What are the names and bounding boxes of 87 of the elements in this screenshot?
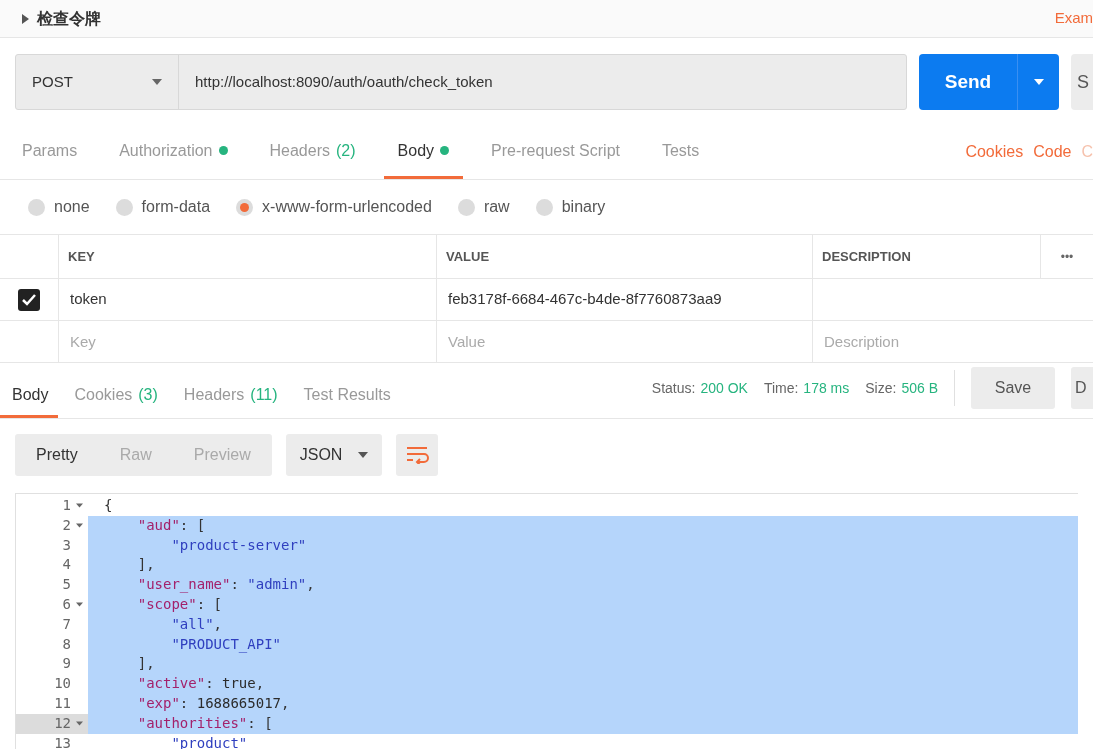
code-line: "aud": [ — [136, 516, 206, 533]
tab-count: (11) — [250, 384, 278, 405]
radio-button[interactable] — [457, 198, 475, 216]
line-number: 2 — [16, 515, 88, 536]
request-link[interactable]: C — [1081, 140, 1093, 164]
status-value: 178 ms — [803, 378, 850, 398]
checkbox[interactable] — [18, 288, 40, 311]
request-tab[interactable]: Tests — [647, 125, 714, 179]
code-line: "authorities": [ — [136, 714, 273, 731]
request-title: 检查令牌 — [37, 8, 101, 29]
fold-icon[interactable] — [76, 503, 83, 509]
line-number: 12 — [16, 713, 88, 734]
radio-label: x-www-form-urlencoded — [262, 197, 432, 217]
radio-button[interactable] — [115, 198, 133, 216]
dropdown-icon — [1033, 79, 1044, 85]
save-button[interactable]: Save — [971, 367, 1055, 409]
status-value: 506 B — [901, 378, 938, 398]
code-line: "PRODUCT_API" — [170, 635, 281, 652]
send-button[interactable]: Send — [919, 54, 1059, 110]
table-cell: feb3178f-6684-467c-b4de-8f7760873aa9 — [437, 279, 813, 320]
code-line: "exp": 1688665017, — [136, 694, 290, 711]
line-number: 13 — [53, 733, 72, 749]
radio-label: binary — [561, 197, 606, 217]
caret-icon — [358, 452, 369, 458]
radio-button[interactable] — [236, 198, 254, 216]
code-line: "user_name": "admin", — [136, 576, 315, 593]
response-tab[interactable]: Body — [0, 374, 59, 418]
status-label: Time: — [763, 378, 799, 398]
response-tab[interactable]: Headers (11) — [173, 374, 288, 418]
expand-icon[interactable] — [22, 13, 29, 24]
code-line: "all", — [170, 615, 222, 632]
tab-count: (2) — [336, 140, 356, 161]
line-number: 7 — [61, 614, 72, 634]
tab-count: (3) — [138, 384, 158, 405]
status-label: Status: — [651, 378, 696, 398]
wrap-icon — [405, 446, 430, 464]
radio-label: form-data — [141, 197, 211, 217]
save-button-edge[interactable]: S — [1071, 54, 1093, 110]
view-mode-tab[interactable]: Pretty — [15, 434, 99, 476]
line-number: 10 — [53, 674, 72, 694]
fold-icon[interactable] — [76, 721, 83, 727]
radio-button[interactable] — [28, 198, 45, 216]
column-header: VALUE — [437, 235, 813, 278]
radio-label: raw — [483, 197, 510, 217]
code-line: { — [104, 497, 113, 513]
line-number: 6 — [16, 595, 88, 615]
line-number: 4 — [61, 555, 72, 575]
request-tab[interactable]: Params — [8, 125, 92, 179]
request-tab[interactable]: Pre-request Script — [477, 125, 634, 179]
response-tab[interactable]: Cookies (3) — [64, 374, 168, 418]
code-line: "product-server" — [170, 536, 307, 553]
column-header: KEY — [59, 235, 437, 278]
fold-icon[interactable] — [76, 523, 83, 529]
line-number: 3 — [61, 535, 72, 555]
request-link[interactable]: Code — [1033, 140, 1072, 164]
status-value: 200 OK — [700, 378, 748, 398]
view-mode-tab[interactable]: Raw — [98, 434, 173, 476]
line-number: 9 — [61, 654, 72, 674]
line-number: 5 — [61, 575, 72, 595]
code-line: "scope": [ — [136, 596, 222, 612]
description-field[interactable]: Description — [813, 321, 1093, 362]
request-link[interactable]: Cookies — [965, 140, 1024, 164]
view-mode-tab[interactable]: Preview — [172, 434, 272, 476]
examples-link[interactable]: Exam — [1054, 7, 1093, 30]
value-field[interactable]: Value — [437, 321, 813, 362]
format-dropdown[interactable]: JSON — [285, 434, 383, 476]
check-icon — [22, 293, 36, 306]
more-menu[interactable]: ••• — [1041, 235, 1093, 278]
line-number: 1 — [16, 496, 88, 516]
radio-button[interactable] — [535, 198, 553, 216]
line-number: 8 — [61, 634, 72, 654]
request-tab[interactable]: Authorization — [105, 125, 242, 179]
column-header: DESCRIPTION — [813, 235, 1041, 278]
table-cell: token — [59, 279, 437, 320]
fold-icon[interactable] — [76, 602, 83, 608]
status-label: Size: — [865, 378, 897, 398]
request-tab[interactable]: Headers (2) — [255, 125, 370, 179]
response-tab[interactable]: Test Results — [293, 374, 401, 418]
download-button-edge[interactable]: D — [1071, 367, 1093, 409]
request-tab[interactable]: Body — [383, 125, 464, 179]
line-number: 11 — [53, 693, 72, 713]
code-line: ], — [136, 655, 155, 672]
radio-label: none — [54, 197, 90, 217]
code-line: "active": true, — [136, 675, 265, 692]
wrap-button[interactable] — [396, 434, 439, 476]
code-line: ], — [136, 556, 155, 573]
key-field[interactable]: Key — [59, 321, 437, 362]
